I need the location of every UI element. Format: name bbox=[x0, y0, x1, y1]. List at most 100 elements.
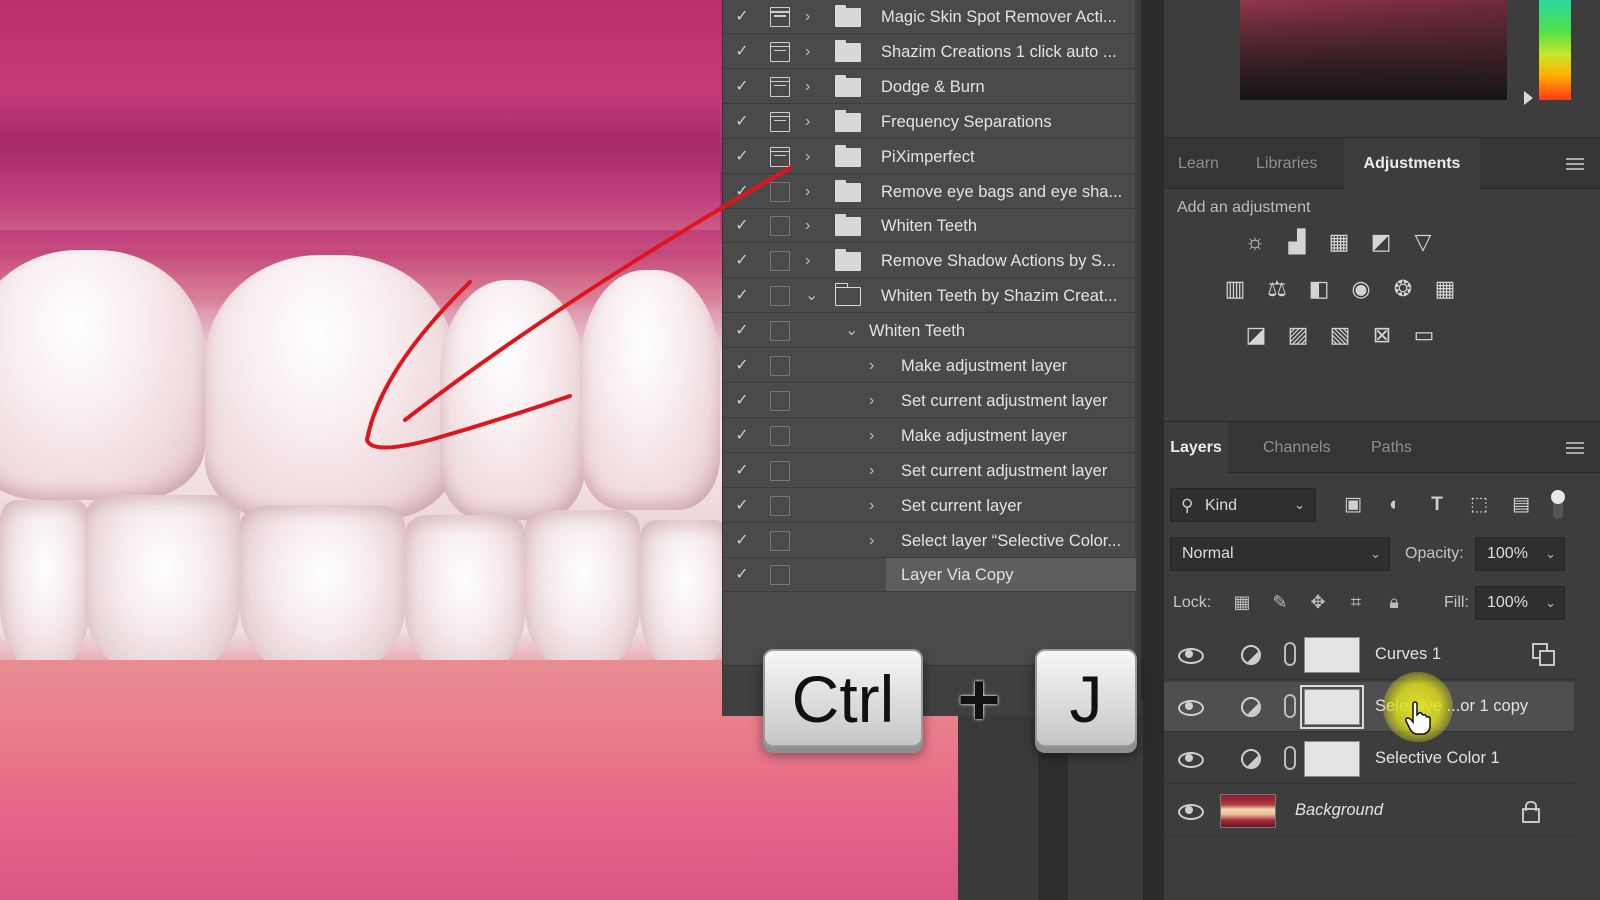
action-row[interactable]: ✓ › Magic Skin Spot Remover Acti... bbox=[723, 0, 1141, 34]
action-row[interactable]: ✓ ⌄ Whiten Teeth by Shazim Creat... bbox=[723, 279, 1141, 314]
checkmark-icon[interactable]: ✓ bbox=[733, 357, 751, 375]
curves-icon[interactable]: ▦ bbox=[1326, 229, 1352, 255]
dialog-toggle-icon[interactable] bbox=[770, 530, 790, 551]
dialog-toggle-icon[interactable] bbox=[770, 76, 790, 97]
layer-mask-thumbnail[interactable] bbox=[1304, 741, 1360, 777]
layer-name[interactable]: Selective Color 1 bbox=[1375, 749, 1500, 768]
chevron-down-icon[interactable]: ⌄ bbox=[1545, 538, 1556, 570]
visibility-eye-icon[interactable] bbox=[1178, 646, 1204, 664]
selective-color-icon[interactable]: ⊠ bbox=[1369, 322, 1395, 348]
action-row[interactable]: ✓ › Make adjustment layer bbox=[723, 419, 1141, 453]
chevron-right-icon[interactable]: › bbox=[869, 532, 883, 550]
dialog-toggle-icon[interactable] bbox=[770, 356, 790, 376]
adjustment-layer-filter-icon[interactable]: ◐ bbox=[1383, 493, 1407, 517]
checkmark-icon[interactable]: ✓ bbox=[733, 287, 751, 305]
action-row[interactable]: ✓ › Whiten Teeth bbox=[723, 209, 1141, 244]
chevron-right-icon[interactable]: › bbox=[805, 252, 819, 270]
dialog-toggle-icon[interactable] bbox=[770, 146, 790, 167]
checkmark-icon[interactable]: ✓ bbox=[733, 217, 751, 235]
action-row[interactable]: ✓ › Remove eye bags and eye sha... bbox=[723, 175, 1141, 209]
layer-name[interactable]: Curves 1 bbox=[1375, 645, 1441, 664]
chevron-right-icon[interactable]: › bbox=[805, 183, 819, 201]
photo-filter-icon[interactable]: ◉ bbox=[1348, 276, 1374, 302]
layer-row-selective-color-copy[interactable]: Selective ...or 1 copy bbox=[1164, 682, 1574, 732]
checkmark-icon[interactable]: ✓ bbox=[733, 392, 751, 410]
dialog-toggle-icon[interactable] bbox=[770, 460, 790, 481]
chevron-right-icon[interactable]: › bbox=[869, 392, 883, 410]
dialog-toggle-icon[interactable] bbox=[770, 111, 790, 132]
hue-slider[interactable] bbox=[1539, 0, 1571, 100]
chevron-right-icon[interactable]: › bbox=[869, 497, 883, 515]
shape-layer-filter-icon[interactable]: ⬚ bbox=[1467, 493, 1491, 517]
tab-layers[interactable]: Layers bbox=[1164, 422, 1228, 474]
checkmark-icon[interactable]: ✓ bbox=[733, 252, 751, 270]
checkmark-icon[interactable]: ✓ bbox=[733, 566, 751, 584]
dialog-toggle-icon[interactable] bbox=[770, 41, 790, 62]
action-row[interactable]: ✓ › Dodge & Burn bbox=[723, 70, 1141, 104]
layer-name[interactable]: Background bbox=[1295, 801, 1383, 820]
color-balance-icon[interactable]: ⚖ bbox=[1264, 276, 1290, 302]
chevron-right-icon[interactable]: › bbox=[869, 357, 883, 375]
tab-libraries[interactable]: Libraries bbox=[1256, 138, 1317, 190]
invert-icon[interactable]: ◪ bbox=[1243, 322, 1269, 348]
chevron-right-icon[interactable]: › bbox=[805, 43, 819, 61]
action-row[interactable]: ✓ › Set current layer bbox=[723, 489, 1141, 523]
link-chain-icon[interactable] bbox=[1284, 746, 1296, 770]
chevron-right-icon[interactable]: › bbox=[805, 113, 819, 131]
fill-input[interactable]: 100% ⌄ bbox=[1475, 586, 1565, 620]
posterize-icon[interactable]: ▨ bbox=[1285, 322, 1311, 348]
dialog-toggle-icon[interactable] bbox=[770, 565, 790, 586]
lock-image-pixels-icon[interactable]: ✎ bbox=[1268, 590, 1292, 614]
checkmark-icon[interactable]: ✓ bbox=[733, 148, 751, 166]
action-row[interactable]: ✓ › Remove Shadow Actions by S... bbox=[723, 244, 1141, 279]
chevron-right-icon[interactable]: › bbox=[869, 462, 883, 480]
tab-channels[interactable]: Channels bbox=[1263, 422, 1331, 474]
tab-adjustments[interactable]: Adjustments bbox=[1344, 138, 1480, 190]
brightness-contrast-icon[interactable]: ☼ bbox=[1242, 229, 1268, 255]
chevron-right-icon[interactable]: › bbox=[805, 148, 819, 166]
layer-filter-dropdown[interactable]: ⚲ Kind ⌄ bbox=[1170, 488, 1316, 522]
lock-all-icon[interactable]: 🔒︎ bbox=[1382, 590, 1406, 614]
action-row[interactable]: ✓ ⌄ Whiten Teeth bbox=[723, 314, 1141, 349]
action-row[interactable]: ✓ › Frequency Separations bbox=[723, 105, 1141, 139]
layer-row-selective-color-1[interactable]: Selective Color 1 bbox=[1164, 734, 1574, 784]
dialog-toggle-icon[interactable] bbox=[770, 390, 790, 411]
gradient-map-icon[interactable]: ▭ bbox=[1411, 322, 1437, 348]
checkmark-icon[interactable]: ✓ bbox=[733, 78, 751, 96]
pixel-layer-filter-icon[interactable]: ▣ bbox=[1341, 493, 1365, 517]
lock-position-icon[interactable]: ✥ bbox=[1306, 590, 1330, 614]
visibility-eye-icon[interactable] bbox=[1178, 698, 1204, 716]
action-row[interactable]: ✓ › Select layer “Selective Color... bbox=[723, 524, 1141, 558]
tab-learn[interactable]: Learn bbox=[1178, 138, 1219, 190]
dialog-toggle-icon[interactable] bbox=[770, 251, 790, 272]
action-row[interactable]: ✓ › Shazim Creations 1 click auto ... bbox=[723, 35, 1141, 69]
layer-row-background[interactable]: Background bbox=[1164, 786, 1574, 836]
black-white-icon[interactable]: ◧ bbox=[1306, 276, 1332, 302]
action-row[interactable]: ✓ › PiXimperfect bbox=[723, 140, 1141, 174]
checkmark-icon[interactable]: ✓ bbox=[733, 532, 751, 550]
hue-slider-marker[interactable] bbox=[1524, 91, 1533, 105]
threshold-icon[interactable]: ▧ bbox=[1327, 322, 1353, 348]
checkmark-icon[interactable]: ✓ bbox=[733, 113, 751, 131]
exposure-icon[interactable]: ◩ bbox=[1368, 229, 1394, 255]
chevron-right-icon[interactable]: › bbox=[805, 217, 819, 235]
dialog-toggle-icon[interactable] bbox=[770, 286, 790, 307]
checkmark-icon[interactable]: ✓ bbox=[733, 462, 751, 480]
action-row[interactable]: ✓ › Set current adjustment layer bbox=[723, 384, 1141, 418]
checkmark-icon[interactable]: ✓ bbox=[733, 43, 751, 61]
chevron-right-icon[interactable]: › bbox=[805, 78, 819, 96]
dialog-toggle-icon[interactable] bbox=[770, 425, 790, 446]
channel-mixer-icon[interactable]: ❂ bbox=[1390, 276, 1416, 302]
visibility-eye-icon[interactable] bbox=[1178, 802, 1204, 820]
levels-icon[interactable]: ▟ bbox=[1284, 229, 1310, 255]
filter-toggle[interactable] bbox=[1551, 490, 1565, 504]
layer-mask-thumbnail[interactable] bbox=[1304, 637, 1360, 673]
chevron-right-icon[interactable]: › bbox=[805, 8, 819, 26]
dialog-toggle-icon[interactable] bbox=[770, 321, 790, 342]
panel-menu-icon[interactable] bbox=[1566, 442, 1584, 454]
chevron-down-icon[interactable]: ⌄ bbox=[805, 287, 819, 305]
link-chain-icon[interactable] bbox=[1284, 642, 1296, 666]
tab-paths[interactable]: Paths bbox=[1371, 422, 1412, 474]
checkmark-icon[interactable]: ✓ bbox=[733, 322, 751, 340]
dialog-toggle-icon[interactable] bbox=[770, 7, 790, 27]
